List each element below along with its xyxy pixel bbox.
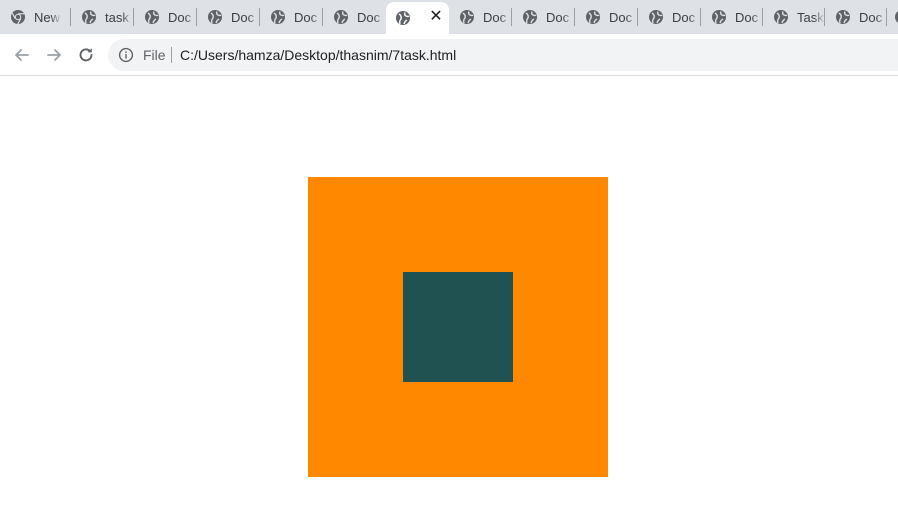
back-arrow-icon[interactable] xyxy=(12,45,32,65)
tab-doc[interactable]: Doc xyxy=(575,0,638,34)
globe-icon xyxy=(836,10,850,24)
tab-title: Task xyxy=(797,9,824,25)
tab-doc[interactable]: Doc xyxy=(134,0,197,34)
globe-icon xyxy=(712,10,726,24)
orange-square xyxy=(308,177,608,477)
url-text[interactable]: C:/Users/hamza/Desktop/thasnim/7task.htm… xyxy=(180,47,456,63)
tab-title: Doc xyxy=(483,9,507,25)
tab-doc[interactable]: Doc xyxy=(449,0,512,34)
globe-icon xyxy=(460,10,474,24)
tab-title: Doc xyxy=(609,9,633,25)
tab-new[interactable]: New xyxy=(0,0,71,34)
globe-icon xyxy=(334,10,348,24)
tab-title: Doc xyxy=(357,9,381,25)
tab-title: Doc xyxy=(735,9,759,25)
tab-title: New xyxy=(34,9,61,25)
globe-icon xyxy=(586,10,600,24)
tab-active[interactable]: ✕ xyxy=(386,2,449,34)
omnibox-divider xyxy=(171,47,172,63)
teal-square xyxy=(403,272,513,382)
address-bar[interactable]: File C:/Users/hamza/Desktop/thasnim/7tas… xyxy=(108,39,898,71)
close-tab-button[interactable]: ✕ xyxy=(428,9,444,25)
tab-title: Doc xyxy=(672,9,696,25)
globe-icon xyxy=(208,10,222,24)
chrome-icon xyxy=(11,10,25,25)
reload-icon[interactable] xyxy=(76,45,96,65)
tab-task[interactable]: task xyxy=(71,0,134,34)
info-icon[interactable] xyxy=(118,47,134,63)
globe-icon xyxy=(649,10,663,24)
tab-doc[interactable]: Doc xyxy=(323,0,386,34)
globe-icon xyxy=(82,10,96,24)
tab-doc[interactable]: Doc xyxy=(638,0,701,34)
tab-task[interactable]: Task xyxy=(763,0,825,34)
globe-icon xyxy=(523,10,537,24)
globe-icon xyxy=(895,11,898,23)
tab-doc[interactable]: Doc xyxy=(701,0,763,34)
tab-title: Doc xyxy=(546,9,570,25)
tab-title: Doc xyxy=(859,9,883,25)
tab-doc[interactable]: Doc xyxy=(512,0,575,34)
globe-icon xyxy=(396,11,410,25)
tab-title: task xyxy=(105,9,129,25)
tab-title: Doc xyxy=(168,9,192,25)
tab-partial[interactable] xyxy=(887,0,898,34)
tab-doc[interactable]: Doc xyxy=(260,0,323,34)
globe-icon xyxy=(271,10,285,24)
globe-icon xyxy=(145,10,159,24)
tab-doc[interactable]: Doc xyxy=(825,0,887,34)
site-info-label[interactable]: File xyxy=(143,47,166,63)
tab-title: Doc xyxy=(231,9,255,25)
forward-arrow-icon[interactable] xyxy=(44,45,64,65)
tab-title: Doc xyxy=(294,9,318,25)
tab-strip: New task Doc Doc Doc Doc ✕ Doc Doc Doc D… xyxy=(0,0,898,34)
tab-doc[interactable]: Doc xyxy=(197,0,260,34)
globe-icon xyxy=(774,10,788,24)
browser-toolbar: File C:/Users/hamza/Desktop/thasnim/7tas… xyxy=(0,34,898,76)
